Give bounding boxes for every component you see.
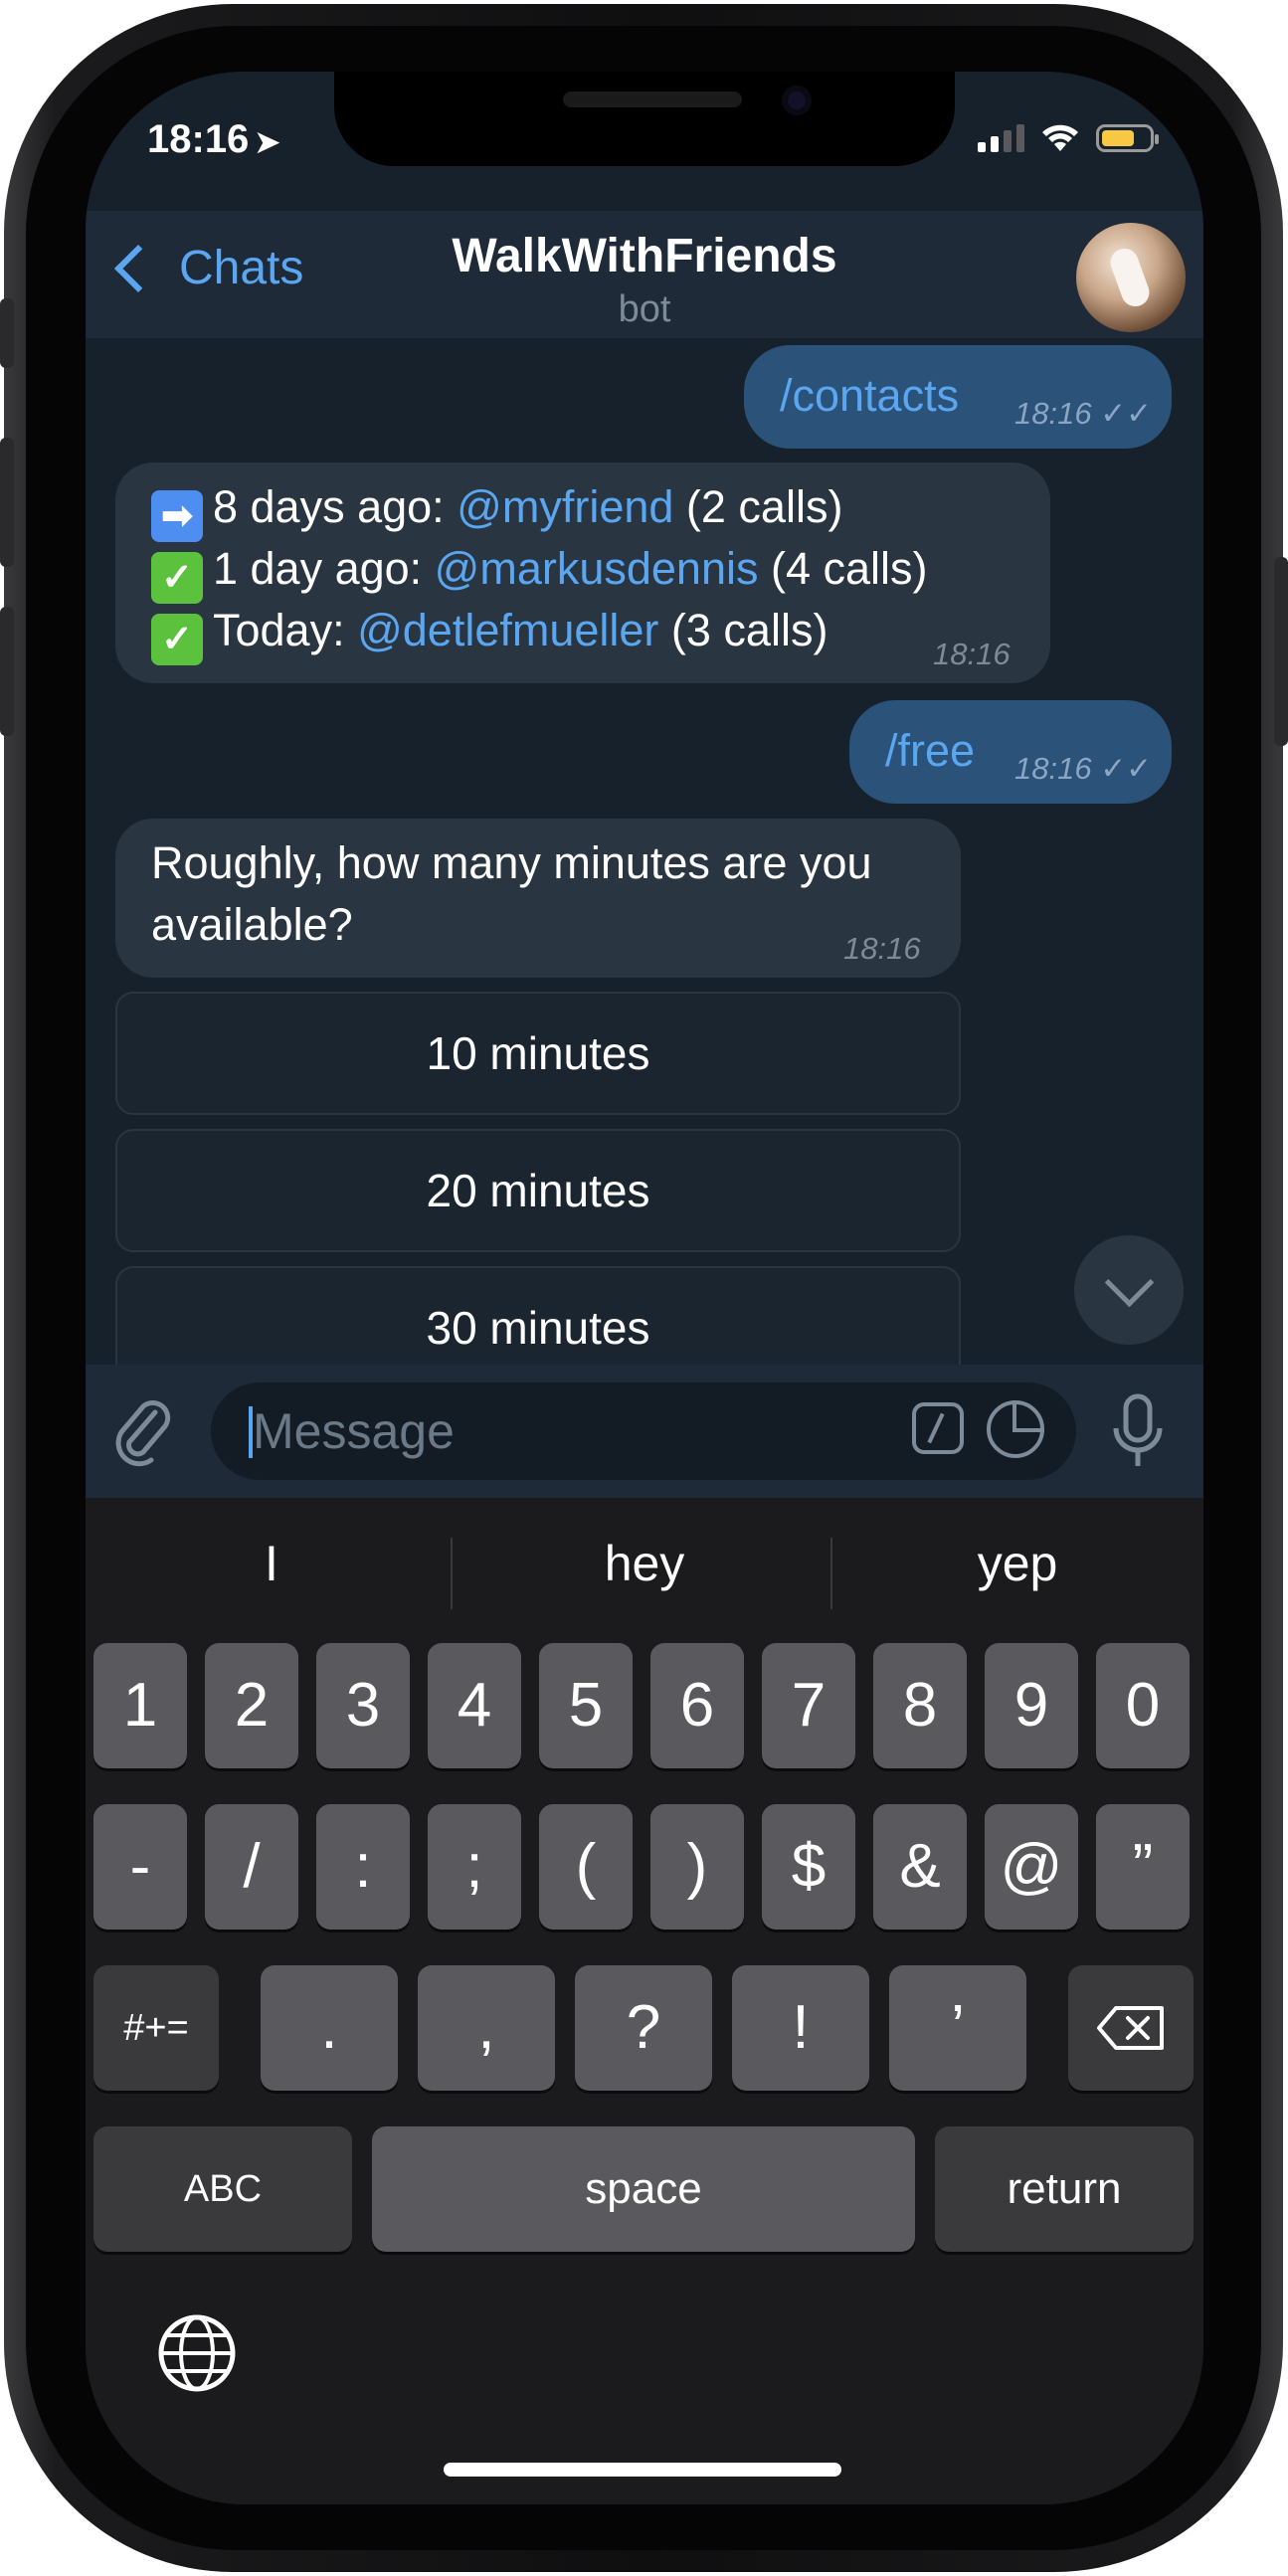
chat-title[interactable]: WalkWithFriends <box>86 229 1203 283</box>
scroll-to-bottom-button[interactable] <box>1074 1235 1184 1345</box>
contact-row: ➡ 8 days ago: @myfriend (2 calls) <box>151 476 842 542</box>
space-bar[interactable]: space <box>372 2126 915 2252</box>
bot-commands-icon[interactable] <box>912 1402 964 1454</box>
backspace-icon <box>1097 2006 1164 2050</box>
outgoing-message-free[interactable]: /free 18:16 ✓✓ <box>849 700 1172 804</box>
key-2[interactable]: 2 <box>205 1643 298 1768</box>
message-time: 18:16 <box>843 931 921 966</box>
attach-icon[interactable] <box>111 1394 173 1468</box>
suggestion-1[interactable]: I <box>86 1514 458 1613</box>
key-colon[interactable]: : <box>316 1804 410 1930</box>
battery-icon <box>1096 124 1159 152</box>
incoming-message-contacts-list: ➡ 8 days ago: @myfriend (2 calls) ✓ 1 day … <box>115 462 1050 683</box>
inline-button-30-minutes[interactable]: 30 minutes <box>115 1266 961 1365</box>
backspace-key[interactable] <box>1068 1965 1194 2091</box>
message-text[interactable]: /contacts <box>780 365 959 427</box>
screen: 18:16 ➤ Chats WalkWithFriends bot /contac… <box>86 72 1203 2504</box>
location-icon: ➤ <box>255 126 280 159</box>
message-text-line: Roughly, how many minutes are you <box>151 837 872 888</box>
message-time: 18:16 ✓✓ <box>1014 751 1153 786</box>
key-more-symbols[interactable]: #+= <box>93 1965 219 2091</box>
status-time: 18:16 ➤ <box>147 117 279 162</box>
message-text-line: available? <box>151 899 353 950</box>
key-9[interactable]: 9 <box>985 1643 1078 1768</box>
key-question[interactable]: ? <box>575 1965 712 2091</box>
volume-down-button <box>0 607 14 736</box>
right-arrow-emoji-icon: ➡ <box>151 490 203 542</box>
microphone-icon[interactable] <box>1110 1392 1166 1470</box>
inline-button-10-minutes[interactable]: 10 minutes <box>115 992 961 1115</box>
status-time-text: 18:16 <box>147 117 250 161</box>
key-period[interactable]: . <box>261 1965 398 2091</box>
key-1[interactable]: 1 <box>93 1643 187 1768</box>
volume-up-button <box>0 438 14 567</box>
key-abc[interactable]: ABC <box>93 2126 352 2252</box>
incoming-message-question: Roughly, how many minutes are you availa… <box>115 819 961 978</box>
key-slash[interactable]: / <box>205 1804 298 1930</box>
user-link-detlefmueller[interactable]: @detlefmueller <box>357 605 658 655</box>
suggestion-3[interactable]: yep <box>831 1514 1203 1613</box>
key-5[interactable]: 5 <box>539 1643 633 1768</box>
key-3[interactable]: 3 <box>316 1643 410 1768</box>
key-comma[interactable]: , <box>418 1965 555 2091</box>
check-mark-emoji-icon: ✓ <box>151 552 203 604</box>
system-keyboard: I hey yep 1 2 3 4 5 6 7 8 9 0 - / : ; ( … <box>86 1498 1203 2504</box>
key-7[interactable]: 7 <box>762 1643 855 1768</box>
power-button <box>1274 557 1288 746</box>
key-open-paren[interactable]: ( <box>539 1804 633 1930</box>
key-quote[interactable]: ” <box>1096 1804 1190 1930</box>
message-time: 18:16 ✓✓ <box>1014 396 1153 431</box>
suggestion-divider <box>451 1538 453 1609</box>
key-at[interactable]: @ <box>985 1804 1078 1930</box>
message-time: 18:16 <box>933 637 1011 671</box>
contact-row: ✓ Today: @detlefmueller (3 calls) <box>151 600 828 665</box>
front-camera <box>782 86 812 115</box>
key-ampersand[interactable]: & <box>873 1804 967 1930</box>
notch <box>334 72 955 166</box>
key-8[interactable]: 8 <box>873 1643 967 1768</box>
speaker-grille <box>563 92 742 107</box>
globe-icon[interactable] <box>157 2313 237 2393</box>
message-input-bar: Message <box>86 1365 1203 1498</box>
message-input[interactable]: Message <box>211 1382 1076 1480</box>
chat-header: Chats WalkWithFriends bot <box>86 211 1203 338</box>
key-6[interactable]: 6 <box>650 1643 744 1768</box>
key-dollar[interactable]: $ <box>762 1804 855 1930</box>
suggestion-2[interactable]: hey <box>459 1514 830 1613</box>
key-apostrophe[interactable]: ’ <box>889 1965 1026 2091</box>
user-link-markusdennis[interactable]: @markusdennis <box>435 543 759 594</box>
message-text[interactable]: /free <box>885 720 975 782</box>
key-semicolon[interactable]: ; <box>428 1804 521 1930</box>
status-indicators <box>978 123 1159 153</box>
wifi-icon <box>1042 124 1078 151</box>
bot-avatar[interactable] <box>1076 223 1186 332</box>
key-0[interactable]: 0 <box>1096 1643 1190 1768</box>
contact-row: ✓ 1 day ago: @markusdennis (4 calls) <box>151 538 928 604</box>
signal-icon <box>978 124 1024 152</box>
home-indicator[interactable] <box>444 2463 841 2477</box>
key-close-paren[interactable]: ) <box>650 1804 744 1930</box>
read-receipt-icon: ✓✓ <box>1100 751 1153 786</box>
check-mark-emoji-icon: ✓ <box>151 614 203 665</box>
inline-button-20-minutes[interactable]: 20 minutes <box>115 1129 961 1252</box>
sticker-icon[interactable] <box>987 1400 1044 1458</box>
key-exclamation[interactable]: ! <box>732 1965 869 2091</box>
return-key[interactable]: return <box>935 2126 1194 2252</box>
key-4[interactable]: 4 <box>428 1643 521 1768</box>
mute-switch <box>0 298 14 368</box>
key-hyphen[interactable]: - <box>93 1804 187 1930</box>
user-link-myfriend[interactable]: @myfriend <box>457 481 673 532</box>
chat-subtitle: bot <box>618 288 671 330</box>
message-placeholder: Message <box>253 1403 455 1459</box>
read-receipt-icon: ✓✓ <box>1100 396 1153 431</box>
outgoing-message-contacts[interactable]: /contacts 18:16 ✓✓ <box>744 345 1172 449</box>
chevron-down-icon <box>1104 1257 1155 1308</box>
